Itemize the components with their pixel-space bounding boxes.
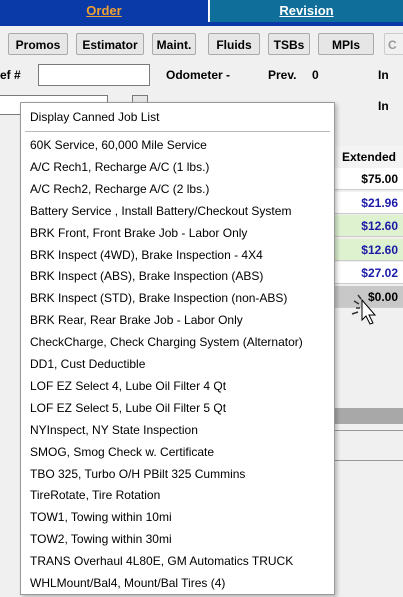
estimator-button[interactable]: Estimator xyxy=(76,33,144,55)
canned-job-item[interactable]: CheckCharge, Check Charging System (Alte… xyxy=(30,331,303,353)
fluids-button[interactable]: Fluids xyxy=(208,33,260,55)
canned-job-item[interactable]: 60K Service, 60,000 Mile Service xyxy=(30,134,207,156)
extended-cell: $27.02 xyxy=(333,262,403,284)
extended-cell: $12.60 xyxy=(333,238,403,261)
in-label-2: In xyxy=(378,99,389,113)
canned-job-item[interactable]: SMOG, Smog Check w. Certificate xyxy=(30,441,214,463)
in-label-1: In xyxy=(378,68,389,82)
canned-job-item[interactable]: LOF EZ Select 4, Lube Oil Filter 4 Qt xyxy=(30,375,226,397)
table-scroll-bar[interactable] xyxy=(333,408,403,424)
canned-job-dropdown[interactable]: Display Canned Job List 60K Service, 60,… xyxy=(20,102,335,595)
tab-revision[interactable]: Revision xyxy=(210,0,403,22)
canned-job-item[interactable]: DD1, Cust Deductible xyxy=(30,353,145,375)
display-canned-job-list-item[interactable]: Display Canned Job List xyxy=(30,106,159,128)
canned-job-item[interactable]: A/C Rech2, Recharge A/C (2 lbs.) xyxy=(30,178,209,200)
canned-job-item[interactable]: TRANS Overhaul 4L80E, GM Automatics TRUC… xyxy=(30,550,293,572)
extended-header: Extended xyxy=(333,146,403,169)
partial-button[interactable]: C xyxy=(384,33,403,55)
odometer-label: Odometer - xyxy=(166,68,231,82)
ref-input[interactable] xyxy=(38,64,150,86)
canned-job-item[interactable]: TOW2, Towing within 30mi xyxy=(30,528,172,550)
canned-job-item[interactable]: Battery Service , Install Battery/Checko… xyxy=(30,200,291,222)
canned-job-item[interactable]: A/C Rech1, Recharge A/C (1 lbs.) xyxy=(30,156,209,178)
divider xyxy=(333,460,403,461)
extended-cell: $12.60 xyxy=(333,215,403,237)
canned-job-item[interactable]: TOW1, Towing within 10mi xyxy=(30,506,172,528)
canned-job-item[interactable]: NYInspect, NY State Inspection xyxy=(30,419,198,441)
canned-job-item[interactable]: BRK Inspect (4WD), Brake Inspection - 4X… xyxy=(30,244,263,266)
canned-job-item[interactable]: BRK Inspect (ABS), Brake Inspection (ABS… xyxy=(30,265,263,287)
tsbs-button[interactable]: TSBs xyxy=(268,33,310,55)
maint-button[interactable]: Maint. xyxy=(152,33,196,55)
canned-job-item[interactable]: BRK Front, Front Brake Job - Labor Only xyxy=(30,222,247,244)
busy-cursor-icon xyxy=(351,294,377,325)
promos-button[interactable]: Promos xyxy=(8,33,68,55)
dropdown-separator xyxy=(25,131,330,132)
prev-value: 0 xyxy=(312,68,319,82)
ref-label: ef # xyxy=(0,68,21,82)
canned-job-item[interactable]: BRK Rear, Rear Brake Job - Labor Only xyxy=(30,309,243,331)
tab-underline xyxy=(0,22,403,26)
mpis-button[interactable]: MPIs xyxy=(318,33,374,55)
extended-cell: $75.00 xyxy=(333,168,403,190)
divider xyxy=(333,430,403,431)
canned-job-item[interactable]: LOF EZ Select 5, Lube Oil Filter 5 Qt xyxy=(30,397,226,419)
canned-job-item[interactable]: WHLMount/Bal4, Mount/Bal Tires (4) xyxy=(30,572,225,594)
canned-job-item[interactable]: TBO 325, Turbo O/H PBilt 325 Cummins xyxy=(30,463,245,485)
canned-job-item[interactable]: BRK Inspect (STD), Brake Inspection (non… xyxy=(30,287,287,309)
canned-job-item[interactable]: TireRotate, Tire Rotation xyxy=(30,484,160,506)
prev-label: Prev. xyxy=(268,68,297,82)
tab-order[interactable]: Order xyxy=(0,0,209,22)
extended-cell: $21.96 xyxy=(333,191,403,214)
